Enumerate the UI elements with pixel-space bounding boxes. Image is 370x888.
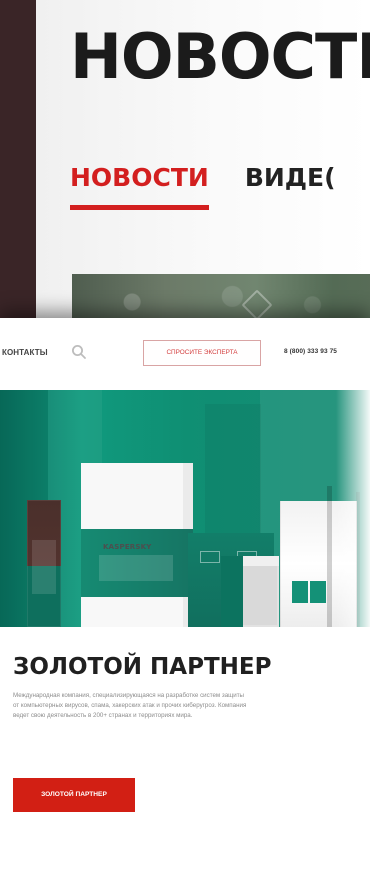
- gold-partner-button[interactable]: ЗОЛОТОЙ ПАРТНЕР: [13, 778, 135, 812]
- right-display-stand: [280, 501, 357, 627]
- news-tab-row: НОВОСТИ ВИДЕ(: [70, 165, 336, 210]
- news-panel: НОВОСТИ НОВОСТИ ВИДЕ(: [36, 0, 370, 330]
- tab-news[interactable]: НОВОСТИ: [70, 165, 209, 210]
- tab-video[interactable]: ВИДЕ(: [245, 165, 336, 190]
- ask-expert-button[interactable]: СПРОСИТЕ ЭКСПЕРТА: [143, 340, 261, 366]
- news-title: НОВОСТИ: [70, 20, 370, 93]
- left-display-stand: [27, 500, 61, 627]
- top-left-bar: [0, 0, 36, 330]
- display-screen: [221, 556, 279, 627]
- partner-title: ЗОЛОТОЙ ПАРТНЕР: [13, 654, 272, 680]
- brand-logo: KASPERSKY: [103, 543, 152, 551]
- partner-description-line: ведет свою деятельность в 200+ странах и…: [13, 711, 193, 719]
- hero-image: KASPERSKY: [0, 390, 370, 627]
- screen-stage: НОВОСТИ НОВОСТИ ВИДЕ( КОНТАКТЫ СПРОСИТЕ …: [0, 0, 370, 888]
- search-icon[interactable]: [69, 342, 89, 362]
- display-pole: [327, 486, 332, 627]
- partner-description: Международная компания, специализирующая…: [13, 691, 363, 721]
- contacts-link[interactable]: КОНТАКТЫ: [2, 348, 48, 357]
- display-pole-right: [356, 492, 360, 627]
- partner-site-card: КОНТАКТЫ СПРОСИТЕ ЭКСПЕРТА 8 (800) 333 9…: [0, 318, 370, 888]
- partner-description-line: от компьютерных вирусов, спама, хакерски…: [13, 701, 247, 709]
- site-header: КОНТАКТЫ СПРОСИТЕ ЭКСПЕРТА 8 (800) 333 9…: [0, 318, 370, 391]
- phone-number[interactable]: 8 (800) 333 93 75: [284, 348, 337, 355]
- partner-description-line: Международная компания, специализирующая…: [13, 692, 245, 699]
- photo-highlight: [241, 289, 273, 321]
- news-card: НОВОСТИ НОВОСТИ ВИДЕ(: [0, 0, 370, 330]
